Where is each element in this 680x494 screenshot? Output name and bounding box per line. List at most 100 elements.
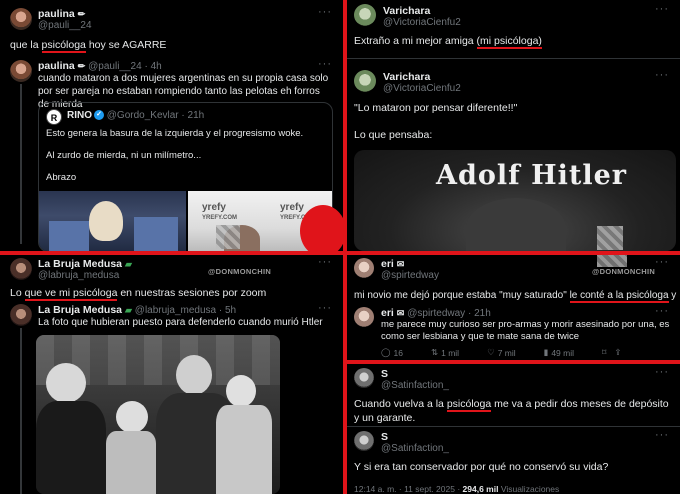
repost-button[interactable]: ⇅ 1 mil — [431, 347, 459, 358]
more-options-icon[interactable]: ··· — [318, 58, 332, 70]
avatar[interactable] — [10, 304, 32, 326]
post-text: mi novio me dejó porque estaba "muy satu… — [354, 290, 677, 303]
avatar[interactable] — [354, 70, 376, 92]
author-name[interactable]: eri ✉ — [381, 258, 404, 270]
post-image[interactable]: Adolf Hitler — [354, 150, 676, 251]
bookmark-icon: ⌑ — [602, 347, 607, 357]
separator-horizontal-right — [347, 360, 680, 364]
reply-text: La foto que hubieran puesto para defende… — [38, 317, 323, 328]
avatar[interactable] — [354, 258, 374, 278]
author-handle[interactable]: @labruja_medusa — [38, 270, 119, 281]
red-mark — [300, 205, 343, 251]
reply-photo[interactable] — [36, 335, 280, 494]
post-text: Extraño a mi mejor amiga (mi psicóloga) — [354, 35, 542, 49]
author-handle[interactable]: @spirtedway — [381, 270, 439, 281]
reply-text: Y si era tan conservador por qué no cons… — [354, 461, 609, 473]
more-options-icon[interactable]: ··· — [655, 429, 669, 441]
reply-button[interactable]: ◯ 16 — [381, 347, 403, 358]
more-options-icon[interactable]: ··· — [318, 6, 332, 18]
avatar[interactable] — [10, 258, 32, 280]
more-options-icon[interactable]: ··· — [655, 256, 669, 268]
author-name[interactable]: Varichara — [383, 71, 430, 83]
author-name[interactable]: Varichara — [383, 5, 430, 17]
highlight-psicologa: psicóloga — [446, 398, 492, 412]
panel-paulina: paulina ✏ @pauli__24 ··· que la psicólog… — [0, 0, 343, 251]
pixelated-watermark — [216, 225, 240, 249]
panel-bruja: La Bruja Medusa ▰ @labruja_medusa @DONMO… — [0, 255, 343, 494]
reply-author-name[interactable]: paulina ✏ @pauli__24 · 4h — [38, 60, 162, 72]
more-options-icon[interactable]: ··· — [655, 69, 669, 81]
tweet-timestamp[interactable]: 12:14 a. m. · 11 sept. 2025 · 294,6 mil … — [354, 484, 559, 494]
pixelated-watermark — [597, 226, 623, 250]
highlight-psicologa: que ve mi psicóloga — [24, 287, 118, 301]
avatar[interactable] — [354, 4, 376, 26]
quote-author-name: RINO ✓ @Gordo_Kevlar · 21h — [67, 110, 205, 121]
highlight-psicologa: le conté a la psicóloga — [569, 290, 669, 303]
tweet-actions: ◯ 16 ⇅ 1 mil ♡ 7 mil ▮ 49 mil ⌑ ⇪ — [381, 347, 622, 358]
share-icon: ⇪ — [614, 347, 622, 357]
author-handle[interactable]: @Satinfaction_ — [381, 380, 449, 391]
author-name[interactable]: La Bruja Medusa ▰ — [38, 258, 132, 270]
bookmark-button[interactable]: ⌑ — [602, 347, 606, 358]
watermark: @DONMONCHIN — [208, 267, 272, 276]
quote-line-2: Al zurdo de mierda, ni un milímetro... — [46, 150, 202, 161]
reply-author-handle[interactable]: @Satinfaction_ — [381, 443, 449, 454]
more-options-icon[interactable]: ··· — [318, 302, 332, 314]
avatar[interactable] — [354, 431, 374, 451]
post-text: que la psicóloga hoy se AGARRE — [10, 39, 167, 53]
separator-vertical — [343, 0, 347, 494]
heart-icon: ♡ — [487, 347, 495, 357]
post-line-2: Lo que pensaba: — [354, 129, 433, 141]
image-title: Adolf Hitler — [436, 160, 628, 191]
reply-author-name[interactable]: eri ✉ @spirtedway · 21h — [381, 307, 491, 319]
divider — [347, 58, 680, 59]
highlight-psicologa: psicóloga — [41, 39, 86, 53]
author-name[interactable]: S — [381, 368, 388, 380]
pencil-icon: ✏ — [77, 61, 86, 71]
avatar: R — [46, 109, 62, 125]
avatar[interactable] — [354, 307, 374, 327]
views-button[interactable]: ▮ 49 mil — [544, 347, 574, 358]
quote-line-3: Abrazo — [46, 172, 77, 183]
panel-eri: eri ✉ @spirtedway @DONMONCHIN ··· mi nov… — [347, 255, 680, 360]
reply-author-name[interactable]: La Bruja Medusa ▰ @labruja_medusa · 5h — [38, 304, 236, 316]
more-options-icon[interactable]: ··· — [655, 366, 669, 378]
reply-text: me parece muy curioso ser pro-armas y mo… — [381, 319, 670, 342]
verified-badge-icon: ✓ — [94, 110, 104, 121]
separator-horizontal — [0, 251, 680, 255]
author-handle[interactable]: @pauli__24 — [38, 20, 92, 31]
quote-line-1: Esto genera la basura de la izquierda y … — [46, 128, 304, 139]
avatar[interactable] — [10, 60, 32, 82]
divider — [347, 426, 680, 427]
more-options-icon[interactable]: ··· — [318, 256, 332, 268]
thread-line — [20, 328, 22, 494]
panel-varichara: Varichara @VictoriaCienfu2 ··· Extraño a… — [347, 0, 680, 251]
reply-author-name[interactable]: S — [381, 431, 388, 443]
flag-icon: ▰ — [124, 259, 132, 269]
quote-photo-left[interactable] — [39, 191, 186, 251]
share-button[interactable]: ⇪ — [614, 347, 621, 358]
avatar[interactable] — [354, 368, 374, 388]
flag-icon: ▰ — [124, 305, 132, 315]
panel-s: S @Satinfaction_ ··· Cuando vuelva a la … — [347, 364, 680, 494]
post-text: Lo que ve mi psicóloga en nuestras sesio… — [10, 287, 267, 301]
more-options-icon[interactable]: ··· — [655, 305, 669, 317]
thread-line — [20, 84, 22, 244]
avatar[interactable] — [10, 8, 32, 30]
more-options-icon[interactable]: ··· — [655, 3, 669, 15]
author-handle[interactable]: @VictoriaCienfu2 — [383, 17, 461, 28]
highlight-psicologa: (mi psicóloga) — [476, 35, 542, 49]
envelope-icon: ✉ — [396, 259, 405, 269]
views-icon: ▮ — [543, 347, 549, 357]
watermark: @DONMONCHIN — [592, 267, 656, 276]
post-line-1: "Lo mataron por pensar diferente!!" — [354, 102, 518, 114]
reply-icon: ◯ — [381, 347, 391, 357]
author-name[interactable]: paulina ✏ — [38, 8, 85, 20]
pixelated-watermark — [597, 255, 627, 267]
post-text: Cuando vuelva a la psicóloga me va a ped… — [354, 398, 669, 424]
envelope-icon: ✉ — [396, 308, 405, 318]
author-handle[interactable]: @VictoriaCienfu2 — [383, 83, 461, 94]
pencil-icon: ✏ — [77, 9, 86, 19]
quoted-tweet[interactable]: R RINO ✓ @Gordo_Kevlar · 21h Esto genera … — [38, 102, 333, 251]
like-button[interactable]: ♡ 7 mil — [487, 347, 516, 358]
